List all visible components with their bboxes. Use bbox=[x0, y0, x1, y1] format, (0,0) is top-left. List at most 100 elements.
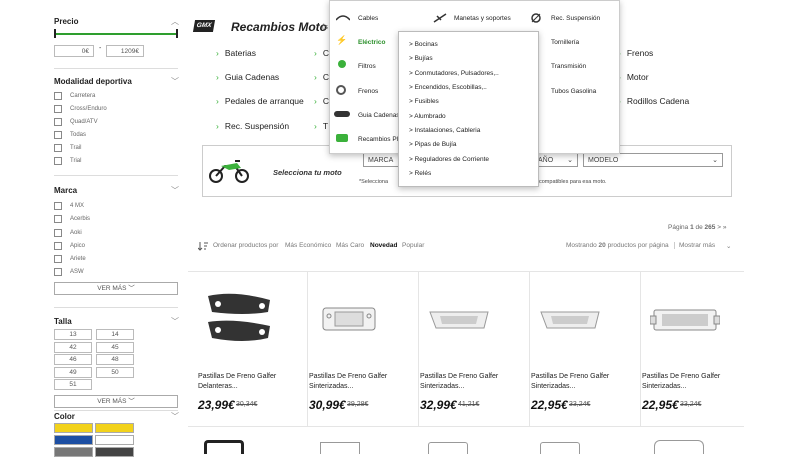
chevron-down-icon[interactable]: ﹀ bbox=[171, 76, 179, 87]
modelo-select[interactable]: MODELO ⌄ bbox=[583, 153, 723, 167]
filter-option[interactable]: Trail bbox=[54, 142, 81, 153]
category-link[interactable]: › Baterias bbox=[216, 48, 256, 58]
submenu-item[interactable]: > Relés bbox=[409, 170, 431, 177]
category-link[interactable]: ›Rodillos Cadena bbox=[618, 96, 689, 106]
checkbox[interactable] bbox=[54, 201, 62, 210]
sort-option-novedad[interactable]: Novedad bbox=[370, 242, 397, 249]
chevron-down-icon[interactable]: ﹀ bbox=[171, 411, 179, 422]
color-swatch[interactable] bbox=[54, 435, 93, 445]
product-name[interactable]: Pastillas De Freno Galfer Sinterizadas... bbox=[531, 372, 609, 392]
price-slider-min-handle[interactable] bbox=[54, 29, 56, 38]
submenu-item[interactable]: > Bocinas bbox=[409, 41, 438, 48]
color-swatch[interactable] bbox=[95, 447, 134, 457]
price-slider-track[interactable] bbox=[54, 33, 178, 35]
filter-option[interactable]: Aoki bbox=[54, 227, 82, 238]
checkbox[interactable] bbox=[54, 156, 62, 165]
category-link[interactable]: › Pedales de arranque bbox=[216, 96, 304, 106]
category-link[interactable]: › C bbox=[314, 72, 329, 82]
price-slider-max-handle[interactable] bbox=[176, 29, 178, 38]
filter-option[interactable]: Todas bbox=[54, 129, 86, 140]
submenu-item[interactable]: > Instalaciones, Cableria bbox=[409, 127, 480, 134]
next-page-link[interactable]: > » bbox=[717, 224, 726, 231]
size-option[interactable]: 48 bbox=[96, 354, 134, 365]
menu-item-cables[interactable]: Cables bbox=[358, 15, 378, 22]
filter-option[interactable]: Apico bbox=[54, 240, 85, 251]
size-option[interactable]: 45 bbox=[96, 342, 134, 353]
category-link[interactable]: › Guia Cadenas bbox=[216, 72, 279, 82]
product-card[interactable]: Pastillas De Freno Galfer Sinterizadas...… bbox=[420, 272, 530, 426]
chevron-up-icon[interactable]: ︿ bbox=[171, 16, 179, 27]
menu-item-rec-suspension[interactable]: Rec. Suspensión bbox=[551, 15, 600, 22]
product-card[interactable]: Pastillas De Freno Galfer Sinterizadas...… bbox=[531, 272, 641, 426]
sort-option-popular[interactable]: Popular bbox=[402, 242, 424, 249]
product-card[interactable]: Pastillas De Freno Galfer Sinterizadas...… bbox=[309, 272, 419, 426]
color-swatch[interactable] bbox=[54, 423, 93, 433]
submenu-item[interactable]: > Pipas de Bujía bbox=[409, 141, 457, 148]
filter-option[interactable]: Acerbis bbox=[54, 213, 90, 224]
menu-item-guia-cadenas[interactable]: Guia Cadenas bbox=[358, 112, 400, 119]
category-link[interactable]: ›Frenos bbox=[618, 48, 653, 58]
category-link[interactable]: › Rec. Suspensión bbox=[216, 121, 289, 131]
category-link[interactable]: › T bbox=[314, 121, 328, 131]
mostrar-mas-dropdown[interactable]: Mostrar más bbox=[674, 242, 715, 249]
menu-item-electrico[interactable]: Eléctrico bbox=[358, 39, 385, 46]
menu-item-transmision[interactable]: Transmisión bbox=[551, 63, 586, 70]
size-option[interactable]: 51 bbox=[54, 379, 92, 390]
menu-item-manetas[interactable]: Manetas y soportes bbox=[454, 15, 511, 22]
menu-item-tornilleria[interactable]: Tornillería bbox=[551, 39, 579, 46]
marca-select[interactable]: MARCA bbox=[363, 153, 403, 167]
chevron-down-icon[interactable]: ﹀ bbox=[171, 316, 179, 327]
menu-item-frenos[interactable]: Frenos bbox=[358, 88, 378, 95]
filter-option[interactable]: Cross/Enduro bbox=[54, 103, 107, 114]
color-swatch[interactable] bbox=[95, 435, 134, 445]
checkbox[interactable] bbox=[54, 214, 62, 223]
filter-option[interactable]: ASW bbox=[54, 266, 84, 277]
filter-option[interactable]: Carretera bbox=[54, 90, 95, 101]
checkbox[interactable] bbox=[54, 254, 62, 263]
price-min-input[interactable]: 0€ bbox=[54, 45, 94, 57]
size-option[interactable]: 42 bbox=[54, 342, 92, 353]
product-name[interactable]: Pastillas De Freno Galfer Sinterizadas... bbox=[642, 372, 720, 392]
marca-ver-mas-button[interactable]: VER MÁS ﹀ bbox=[54, 282, 178, 295]
price-max-input[interactable]: 1209€ bbox=[106, 45, 144, 57]
submenu-item[interactable]: > Fusibles bbox=[409, 98, 439, 105]
sort-option-caro[interactable]: Más Caro bbox=[336, 242, 364, 249]
submenu-item[interactable]: > Reguladores de Corriente bbox=[409, 156, 489, 163]
product-name[interactable]: Pastillas De Freno Galfer Delanteras... bbox=[198, 372, 276, 392]
checkbox[interactable] bbox=[54, 117, 62, 126]
color-swatch[interactable] bbox=[95, 423, 134, 433]
submenu-item[interactable]: > Alumbrado bbox=[409, 113, 446, 120]
category-link[interactable]: ›Motor bbox=[618, 72, 649, 82]
filter-option[interactable]: Ariete bbox=[54, 253, 86, 264]
size-option[interactable]: 14 bbox=[96, 329, 134, 340]
checkbox[interactable] bbox=[54, 228, 62, 237]
category-link[interactable]: › C bbox=[314, 96, 329, 106]
submenu-item[interactable]: > Conmutadores, Pulsadores,.. bbox=[409, 70, 499, 77]
submenu-item[interactable]: > Encendidos, Escobillas,.. bbox=[409, 84, 487, 91]
menu-item-filtros[interactable]: Filtros bbox=[358, 63, 376, 70]
product-card[interactable]: Pastillas De Freno Galfer Sinterizadas...… bbox=[642, 272, 752, 426]
size-option[interactable]: 50 bbox=[96, 367, 134, 378]
checkbox[interactable] bbox=[54, 91, 62, 100]
checkbox[interactable] bbox=[54, 267, 62, 276]
chevron-down-icon[interactable]: ⌄ bbox=[726, 242, 731, 250]
filter-option[interactable]: 4 MX bbox=[54, 200, 84, 211]
checkbox[interactable] bbox=[54, 104, 62, 113]
checkbox[interactable] bbox=[54, 143, 62, 152]
filter-option[interactable]: Quad/ATV bbox=[54, 116, 98, 127]
color-swatch[interactable] bbox=[54, 447, 93, 457]
product-card[interactable]: Pastillas De Freno Galfer Delanteras... 2… bbox=[198, 272, 308, 426]
menu-item-tubos-gasolina[interactable]: Tubos Gasolina bbox=[551, 88, 596, 95]
sort-option-economico[interactable]: Más Económico bbox=[285, 242, 331, 249]
total-pages[interactable]: 265 bbox=[705, 224, 716, 231]
menu-item-recambios-plasticos[interactable]: Recambios Pl bbox=[358, 136, 398, 143]
talla-ver-mas-button[interactable]: VER MÁS ﹀ bbox=[54, 395, 178, 408]
chevron-down-icon[interactable]: ﹀ bbox=[171, 185, 179, 196]
category-link[interactable]: › C bbox=[314, 48, 329, 58]
filter-option[interactable]: Trial bbox=[54, 155, 81, 166]
checkbox[interactable] bbox=[54, 241, 62, 250]
product-name[interactable]: Pastillas De Freno Galfer Sinterizadas... bbox=[420, 372, 498, 392]
submenu-item[interactable]: > Bujías bbox=[409, 55, 433, 62]
ano-select[interactable]: AÑO ⌄ bbox=[533, 153, 578, 167]
checkbox[interactable] bbox=[54, 130, 62, 139]
